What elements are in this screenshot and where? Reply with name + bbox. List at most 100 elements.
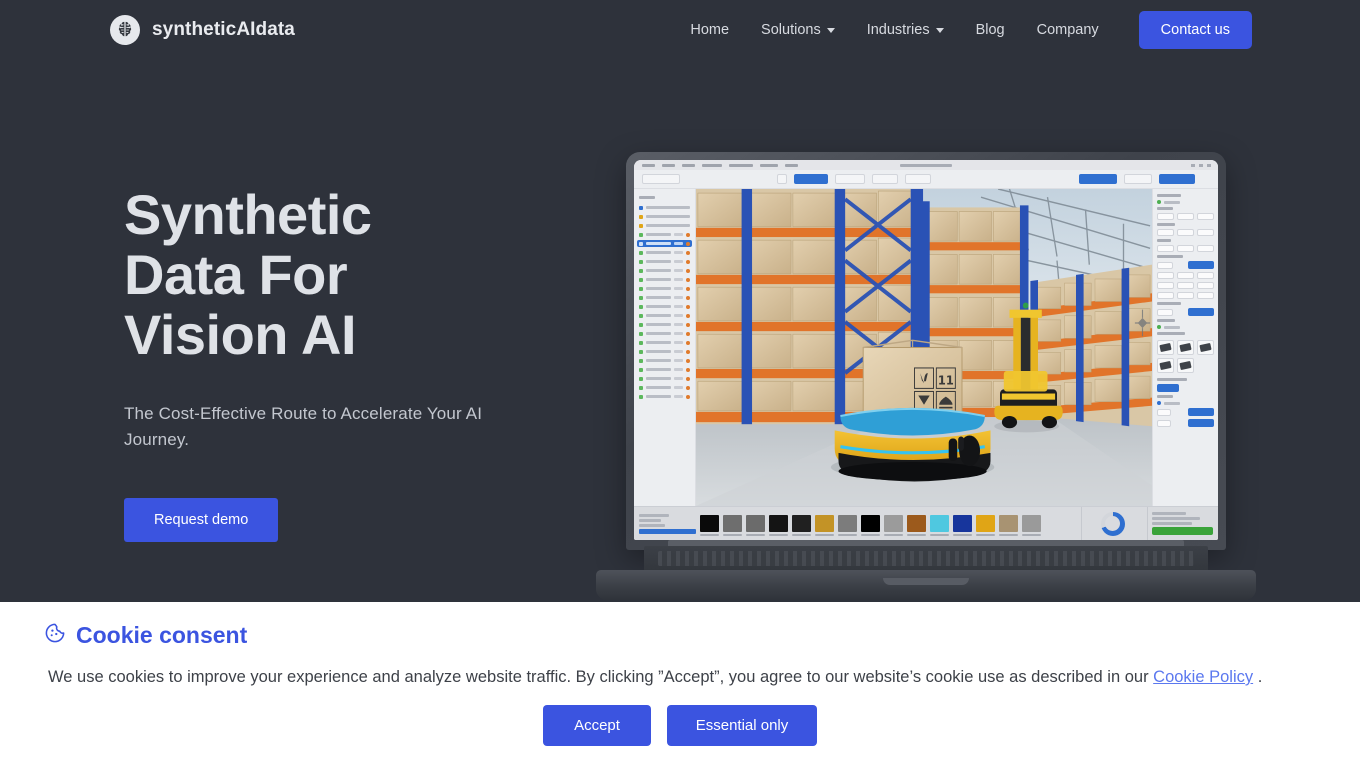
material-swatch[interactable] — [907, 514, 926, 536]
property-row-with-action[interactable] — [1157, 419, 1214, 427]
cookie-policy-link[interactable]: Cookie Policy — [1153, 668, 1253, 686]
minimize-icon[interactable] — [1191, 163, 1195, 167]
menu-item[interactable] — [702, 163, 722, 167]
render-settings-panel[interactable] — [1147, 507, 1213, 540]
property-row-with-action[interactable] — [1157, 384, 1214, 392]
toolbar-icon-button[interactable] — [777, 174, 788, 184]
material-swatch[interactable] — [815, 514, 834, 536]
outliner-row[interactable] — [637, 285, 692, 292]
outliner-row[interactable] — [637, 213, 692, 220]
camera-icon — [1197, 340, 1214, 355]
outliner-row[interactable] — [637, 348, 692, 355]
panel-section-label — [1157, 302, 1181, 305]
hero-section: syntheticAIdata Home Solutions Industrie… — [0, 0, 1360, 602]
toolbar-button[interactable] — [872, 174, 899, 184]
material-swatch-list[interactable] — [700, 512, 1077, 536]
toolbar-dropdown[interactable] — [642, 174, 680, 184]
material-swatch[interactable] — [1022, 514, 1041, 536]
outliner-row[interactable] — [637, 357, 692, 364]
menu-item[interactable] — [785, 163, 798, 167]
menu-item[interactable] — [642, 163, 655, 167]
outliner-row[interactable] — [637, 339, 692, 346]
outliner-row[interactable] — [637, 258, 692, 265]
material-swatch[interactable] — [930, 514, 949, 536]
material-swatch[interactable] — [838, 514, 857, 536]
outliner-row[interactable] — [637, 384, 692, 391]
outliner-row[interactable] — [637, 312, 692, 319]
maximize-icon[interactable] — [1199, 163, 1203, 167]
property-row-with-action[interactable] — [1157, 308, 1214, 316]
outliner-row-selected[interactable] — [637, 240, 692, 247]
outliner-row[interactable] — [637, 393, 692, 400]
outliner-row[interactable] — [637, 375, 692, 382]
property-row[interactable] — [1157, 282, 1214, 289]
app-body: 11 — [634, 189, 1218, 506]
property-row[interactable] — [1157, 245, 1214, 252]
nav-item-solutions[interactable]: Solutions — [745, 22, 851, 38]
nav-item-company[interactable]: Company — [1021, 22, 1115, 38]
panel-section-label — [1157, 395, 1173, 398]
material-swatch[interactable] — [723, 514, 742, 536]
outliner-row[interactable] — [637, 249, 692, 256]
outliner-row[interactable] — [637, 276, 692, 283]
toolbar-button[interactable] — [905, 174, 932, 184]
outliner-row[interactable] — [637, 267, 692, 274]
contact-us-button[interactable]: Contact us — [1138, 11, 1252, 49]
outliner-row[interactable] — [637, 366, 692, 373]
essential-only-button[interactable]: Essential only — [667, 705, 817, 746]
nav-item-blog[interactable]: Blog — [960, 22, 1021, 38]
material-swatch[interactable] — [976, 514, 995, 536]
panel-section-label — [1157, 239, 1171, 242]
properties-panel[interactable] — [1152, 189, 1218, 506]
asset-tree[interactable] — [639, 507, 696, 540]
material-swatch[interactable] — [769, 514, 788, 536]
material-swatch[interactable] — [861, 514, 880, 536]
property-radio[interactable] — [1157, 401, 1214, 405]
cookie-text-body: We use cookies to improve your experienc… — [48, 668, 1149, 686]
property-row[interactable] — [1157, 292, 1214, 299]
toolbar-primary-button[interactable] — [1079, 174, 1117, 184]
material-swatch[interactable] — [746, 514, 765, 536]
hero-copy: Synthetic Data For Vision AI The Cost-Ef… — [124, 185, 594, 542]
menu-item[interactable] — [760, 163, 778, 167]
toolbar-primary-button[interactable] — [1159, 174, 1195, 184]
property-row-with-action[interactable] — [1157, 261, 1214, 269]
property-row[interactable] — [1157, 272, 1214, 279]
material-swatch[interactable] — [953, 514, 972, 536]
request-demo-button[interactable]: Request demo — [124, 498, 279, 542]
close-icon[interactable] — [1207, 163, 1211, 167]
property-radio[interactable] — [1157, 325, 1214, 329]
camera-preset-thumbnails[interactable] — [1157, 340, 1214, 373]
outliner-row[interactable] — [637, 222, 692, 229]
nav-item-industries[interactable]: Industries — [851, 22, 960, 38]
brand-logo[interactable]: syntheticAIdata — [110, 15, 295, 45]
menu-item[interactable] — [729, 163, 753, 167]
property-row-with-action[interactable] — [1157, 408, 1214, 416]
window-controls[interactable] — [1191, 163, 1211, 167]
toolbar-primary-button[interactable] — [794, 174, 829, 184]
property-row[interactable] — [1157, 229, 1214, 236]
scene-outliner-panel[interactable] — [634, 189, 696, 506]
outliner-row[interactable] — [637, 294, 692, 301]
property-radio[interactable] — [1157, 200, 1214, 204]
page-title-line-2: Data For — [124, 243, 348, 306]
render-button[interactable] — [1152, 527, 1213, 535]
nav-item-home[interactable]: Home — [674, 22, 745, 38]
outliner-row[interactable] — [637, 204, 692, 211]
property-row[interactable] — [1157, 213, 1214, 220]
chevron-down-icon — [826, 27, 835, 33]
accept-button[interactable]: Accept — [543, 705, 651, 746]
material-swatch[interactable] — [999, 514, 1018, 536]
toolbar-button[interactable] — [1124, 174, 1152, 184]
outliner-row[interactable] — [637, 303, 692, 310]
menu-item[interactable] — [682, 163, 695, 167]
material-swatch[interactable] — [884, 514, 903, 536]
toolbar-button[interactable] — [835, 174, 866, 184]
outliner-row[interactable] — [637, 321, 692, 328]
material-swatch[interactable] — [700, 514, 719, 536]
outliner-row[interactable] — [637, 330, 692, 337]
material-swatch[interactable] — [792, 514, 811, 536]
menu-item[interactable] — [662, 163, 675, 167]
viewport-3d-warehouse-scene[interactable]: 11 — [696, 189, 1152, 506]
outliner-row[interactable] — [637, 231, 692, 238]
